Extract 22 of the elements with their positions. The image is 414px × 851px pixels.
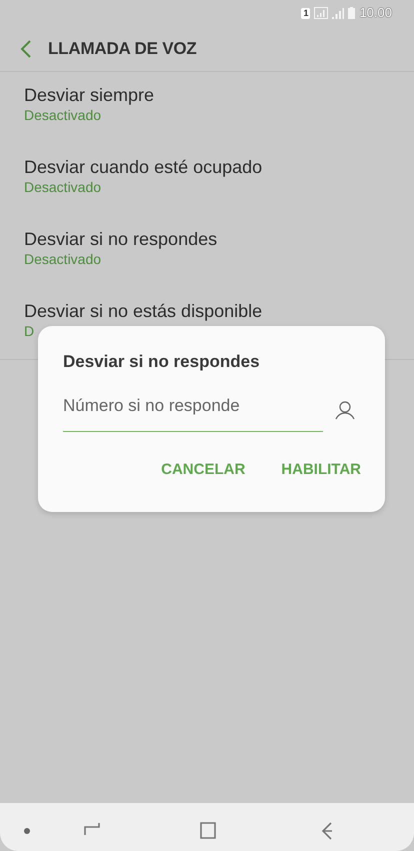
setting-title[interactable]: Desviar cuando esté ocupado xyxy=(24,156,390,178)
signal-icon xyxy=(314,7,328,19)
setting-status: D xyxy=(24,322,34,340)
status-time: 10.00 xyxy=(359,4,392,22)
setting-title[interactable]: Desviar siempre xyxy=(24,84,390,106)
screen-title: LLAMADA DE VOZ xyxy=(48,38,197,60)
contact-icon[interactable] xyxy=(335,400,355,420)
signal-icon xyxy=(332,8,344,18)
battery-icon xyxy=(348,7,356,19)
setting-status: Desactivado xyxy=(24,250,102,268)
number-field[interactable]: Número si no responde xyxy=(63,393,323,432)
home-icon[interactable] xyxy=(200,822,216,839)
back-icon[interactable] xyxy=(20,40,32,58)
dialog-title: Desviar si no respondes xyxy=(63,352,261,372)
sim-icon: 1 xyxy=(301,8,310,18)
dot-icon xyxy=(24,828,30,834)
setting-title[interactable]: Desviar si no estás disponible xyxy=(24,300,390,322)
setting-status: Desactivado xyxy=(24,106,102,124)
back-nav-icon[interactable] xyxy=(322,822,333,840)
setting-title[interactable]: Desviar si no respondes xyxy=(24,228,390,250)
setting-status: Desactivado xyxy=(24,178,102,196)
recents-icon[interactable] xyxy=(84,822,100,836)
